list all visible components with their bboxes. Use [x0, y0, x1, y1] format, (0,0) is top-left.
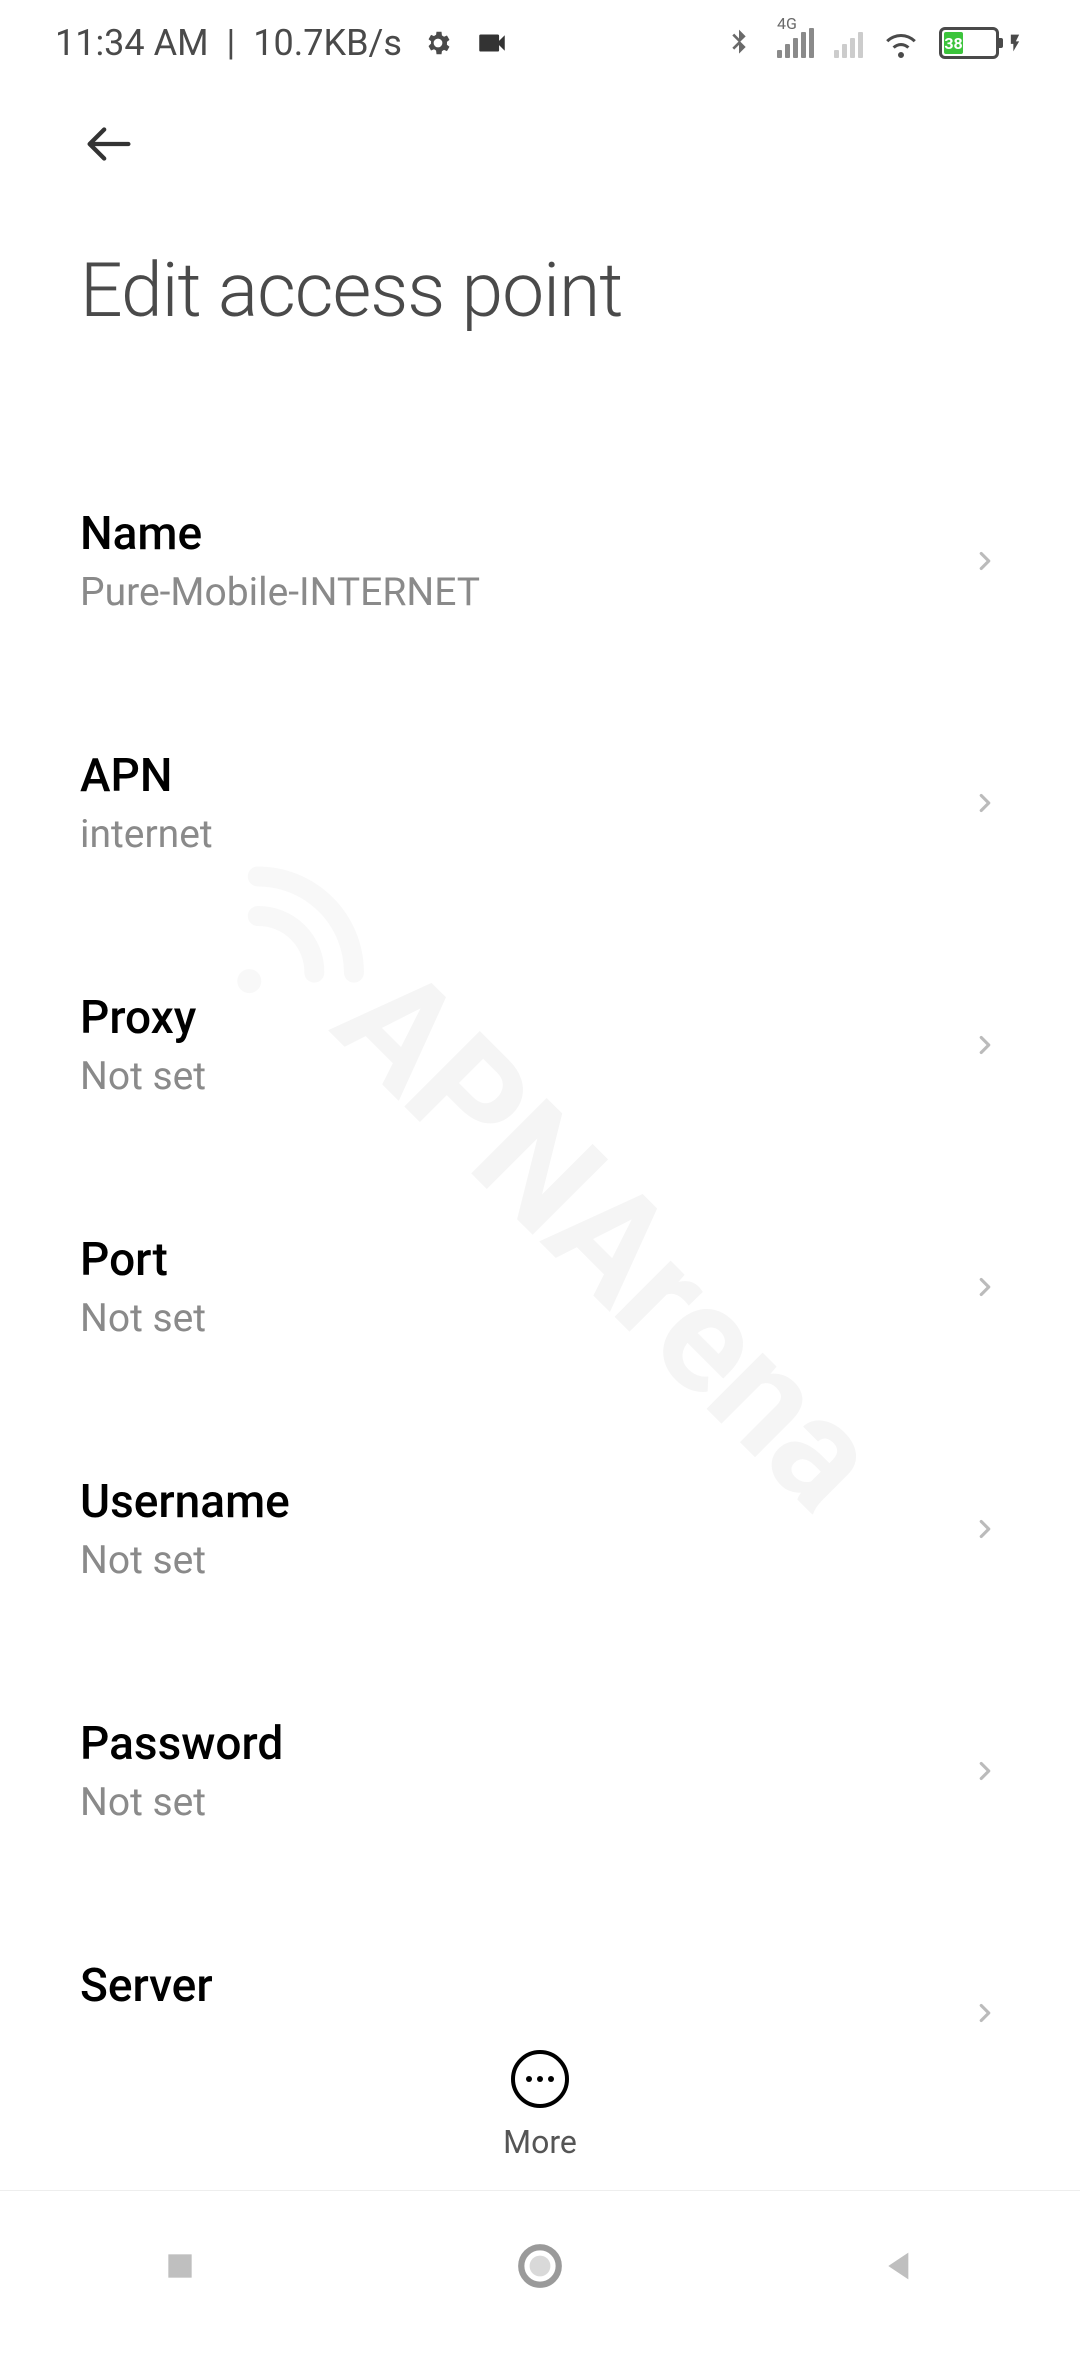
battery-indicator: 38	[939, 27, 1025, 59]
setting-label: Password	[80, 1717, 283, 1771]
setting-label: APN	[80, 749, 213, 803]
status-bar: 11:34 AM | 10.7KB/s 4G	[0, 0, 1080, 74]
setting-value: Pure-Mobile-INTERNET	[80, 569, 480, 615]
chevron-right-icon	[970, 1514, 1000, 1544]
status-separator: |	[227, 22, 236, 64]
setting-label: Username	[80, 1475, 290, 1529]
chevron-right-icon	[970, 546, 1000, 576]
chevron-right-icon	[970, 1998, 1000, 2028]
circle-icon	[515, 2241, 565, 2291]
setting-item-username[interactable]: Username Not set	[0, 1433, 1080, 1625]
chevron-right-icon	[970, 1030, 1000, 1060]
setting-item-proxy[interactable]: Proxy Not set	[0, 949, 1080, 1141]
status-speed: 10.7KB/s	[253, 22, 402, 64]
video-icon	[474, 25, 510, 61]
status-time: 11:34 AM	[55, 22, 209, 64]
square-icon	[160, 2246, 200, 2286]
gear-icon	[420, 25, 456, 61]
chevron-right-icon	[970, 788, 1000, 818]
status-right: 4G 38	[721, 25, 1025, 61]
signal-4g-icon: 4G	[777, 28, 814, 58]
setting-label: Proxy	[80, 991, 206, 1045]
header: Edit access point	[0, 74, 1080, 355]
chevron-right-icon	[970, 1272, 1000, 1302]
setting-value: Not set	[80, 1537, 290, 1583]
system-nav-bar	[0, 2190, 1080, 2340]
more-button[interactable]: More	[503, 2050, 577, 2161]
setting-item-name[interactable]: Name Pure-Mobile-INTERNET	[0, 465, 1080, 657]
setting-item-apn[interactable]: APN internet	[0, 707, 1080, 899]
setting-item-password[interactable]: Password Not set	[0, 1675, 1080, 1867]
wifi-icon	[883, 25, 919, 61]
setting-value: internet	[80, 811, 213, 857]
setting-value: Not set	[80, 1053, 206, 1099]
status-left: 11:34 AM | 10.7KB/s	[55, 22, 510, 64]
triangle-left-icon	[880, 2246, 920, 2286]
setting-label: Server	[80, 1959, 213, 2013]
nav-back-button[interactable]	[874, 2240, 926, 2292]
bottom-action-bar: More	[0, 2025, 1080, 2185]
setting-label: Name	[80, 507, 480, 561]
setting-label: Port	[80, 1233, 206, 1287]
setting-value: Not set	[80, 1779, 283, 1825]
page-title: Edit access point	[80, 247, 1000, 335]
back-button[interactable]	[80, 114, 140, 174]
nav-home-button[interactable]	[514, 2240, 566, 2292]
more-label: More	[503, 2123, 577, 2161]
setting-item-port[interactable]: Port Not set	[0, 1191, 1080, 1383]
more-icon	[511, 2050, 569, 2108]
chevron-right-icon	[970, 1756, 1000, 1786]
nav-recents-button[interactable]	[154, 2240, 206, 2292]
signal-secondary-icon	[834, 28, 863, 58]
arrow-left-icon	[80, 115, 138, 173]
setting-value: Not set	[80, 1295, 206, 1341]
bluetooth-icon	[721, 25, 757, 61]
network-badge: 4G	[777, 14, 797, 33]
lightning-icon	[1005, 27, 1025, 59]
battery-level: 38	[944, 32, 963, 54]
